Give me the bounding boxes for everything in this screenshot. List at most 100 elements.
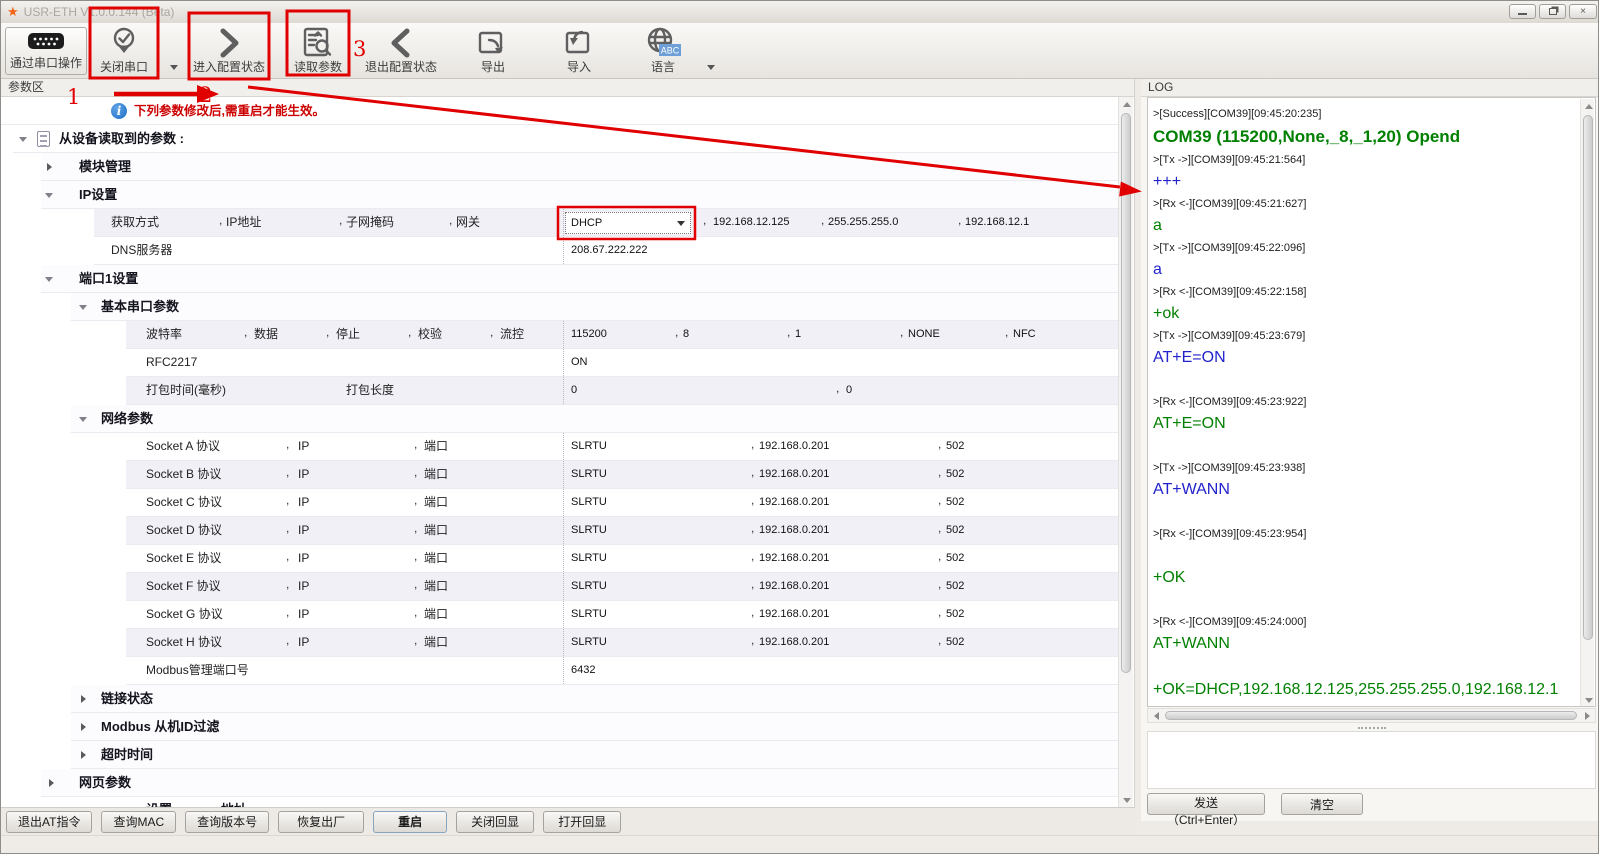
close-port-dropdown-caret[interactable] bbox=[170, 65, 178, 70]
scroll-up-arrow[interactable] bbox=[1582, 99, 1595, 113]
socket-port: 502 bbox=[946, 573, 964, 600]
log-line: +OK bbox=[1153, 566, 1577, 590]
section-network-params[interactable]: 网络参数 bbox=[71, 405, 1119, 433]
section-link-status[interactable]: 链接状态 bbox=[71, 685, 1119, 713]
socket-ip-label: IP bbox=[298, 433, 309, 460]
expand-icon[interactable] bbox=[47, 163, 52, 171]
log-horizontal-scrollbar[interactable] bbox=[1147, 708, 1596, 723]
scroll-thumb[interactable] bbox=[1583, 115, 1593, 640]
close-button[interactable]: × bbox=[1569, 4, 1597, 19]
factory-reset-button[interactable]: 恢复出厂 bbox=[278, 811, 364, 833]
socket-name: Socket A 协议 bbox=[146, 433, 220, 460]
restart-button[interactable]: 重启 bbox=[373, 811, 447, 833]
section-timeout[interactable]: 超时时间 bbox=[71, 741, 1119, 769]
log-line: >[Tx ->][COM39][09:45:23:679] bbox=[1153, 326, 1577, 346]
language-button[interactable]: ABC 语言 bbox=[628, 27, 698, 75]
scroll-thumb[interactable] bbox=[1165, 711, 1577, 720]
log-line: >[Rx <-][COM39][09:45:24:000] bbox=[1153, 612, 1577, 632]
ip-config-row: 获取方式 , IP地址 , 子网掩码 , 网关 DHCP , 192.168.1… bbox=[94, 209, 1119, 237]
section-port1[interactable]: 端口1设置 bbox=[41, 265, 1119, 293]
section-module-mgmt[interactable]: 模块管理 bbox=[41, 153, 1119, 181]
serial-params-row: 波特率 , 数据 , 停止 , 校验 , 流控 115200 , 8 , 1 ,… bbox=[126, 321, 1119, 349]
log-line: AT+E=ON bbox=[1153, 346, 1577, 370]
enter-config-button[interactable]: 进入配置状态 bbox=[189, 27, 269, 75]
log-line: >[Success][COM39][09:45:20:235] bbox=[1153, 104, 1577, 124]
socket-row: Socket A 协议,IP,端口SLRTU,192.168.0.201,502 bbox=[126, 433, 1119, 461]
scroll-left-arrow[interactable] bbox=[1149, 709, 1163, 722]
collapse-icon[interactable] bbox=[45, 193, 53, 198]
socket-ip: 192.168.0.201 bbox=[759, 433, 829, 460]
log-vertical-scrollbar[interactable] bbox=[1580, 99, 1594, 707]
log-line: +ok bbox=[1153, 302, 1577, 326]
clear-button[interactable]: 清空 bbox=[1281, 793, 1363, 815]
splitter-handle[interactable] bbox=[1147, 725, 1596, 730]
expand-icon[interactable] bbox=[49, 779, 54, 787]
rfc2217-row: RFC2217 ON bbox=[126, 349, 1119, 377]
restart-warning-text: 下列参数修改后,需重启才能生效。 bbox=[134, 97, 325, 125]
tree-root-row[interactable]: 从设备读取到的参数 : bbox=[13, 125, 1119, 153]
socket-port-label: 端口 bbox=[424, 601, 448, 628]
ip-address-label: IP地址 bbox=[226, 209, 261, 236]
socket-ip: 192.168.0.201 bbox=[759, 573, 829, 600]
expand-icon[interactable] bbox=[81, 695, 86, 703]
collapse-icon[interactable] bbox=[79, 417, 87, 422]
section-basic-serial[interactable]: 基本串口参数 bbox=[71, 293, 1119, 321]
socket-port-label: 端口 bbox=[424, 573, 448, 600]
collapse-icon[interactable] bbox=[19, 137, 27, 142]
scroll-right-arrow[interactable] bbox=[1580, 709, 1594, 722]
socket-name: Socket G 协议 bbox=[146, 601, 223, 628]
scroll-down-arrow[interactable] bbox=[1120, 793, 1133, 807]
socket-port-label: 端口 bbox=[424, 433, 448, 460]
socket-name: Socket H 协议 bbox=[146, 629, 222, 656]
export-button[interactable]: 导出 bbox=[458, 27, 528, 75]
language-dropdown-caret[interactable] bbox=[707, 65, 715, 70]
scroll-thumb[interactable] bbox=[1121, 113, 1131, 673]
scroll-up-arrow[interactable] bbox=[1120, 97, 1133, 111]
log-line: >[Rx <-][COM39][09:45:23:922] bbox=[1153, 392, 1577, 412]
echo-off-button[interactable]: 关闭回显 bbox=[456, 811, 534, 833]
log-output[interactable]: >[Success][COM39][09:45:20:235]COM39 (11… bbox=[1147, 97, 1596, 707]
read-params-button[interactable]: 读取参数 bbox=[285, 27, 351, 75]
title-bar[interactable]: ★ USR-ETH V1.0.0.144 (Beta) × bbox=[1, 1, 1598, 23]
send-button[interactable]: 发送（Ctrl+Enter） bbox=[1147, 793, 1265, 815]
socket-protocol: SLRTU bbox=[571, 573, 607, 600]
export-icon bbox=[476, 27, 510, 58]
collapse-icon[interactable] bbox=[79, 305, 87, 310]
section-ip-settings[interactable]: IP设置 bbox=[41, 181, 1119, 209]
expand-icon[interactable] bbox=[81, 723, 86, 731]
section-web-params[interactable]: 网页参数 bbox=[41, 769, 1119, 797]
log-line: +++ bbox=[1153, 170, 1577, 194]
collapse-icon[interactable] bbox=[45, 277, 53, 282]
section-modbus-filter[interactable]: Modbus 从机ID过滤 bbox=[71, 713, 1119, 741]
scroll-down-arrow[interactable] bbox=[1582, 693, 1595, 707]
import-button[interactable]: 导入 bbox=[544, 27, 614, 75]
close-port-button[interactable]: 关闭串口 bbox=[92, 27, 156, 75]
window-title: USR-ETH V1.0.0.144 (Beta) bbox=[24, 5, 175, 19]
log-line: >[Tx ->][COM39][09:45:22:096] bbox=[1153, 238, 1577, 258]
socket-port-label: 端口 bbox=[424, 545, 448, 572]
send-input[interactable] bbox=[1147, 731, 1596, 789]
socket-protocol: SLRTU bbox=[571, 629, 607, 656]
socket-protocol: SLRTU bbox=[571, 517, 607, 544]
expand-icon[interactable] bbox=[81, 751, 86, 759]
query-mac-button[interactable]: 查询MAC bbox=[101, 811, 176, 833]
restore-button[interactable] bbox=[1539, 4, 1566, 19]
socket-ip: 192.168.0.201 bbox=[759, 461, 829, 488]
params-vertical-scrollbar[interactable] bbox=[1118, 97, 1133, 807]
exit-at-button[interactable]: 退出AT指令 bbox=[6, 811, 92, 833]
query-version-button[interactable]: 查询版本号 bbox=[185, 811, 269, 833]
socket-port: 502 bbox=[946, 629, 964, 656]
enter-config-label: 进入配置状态 bbox=[193, 58, 265, 75]
exit-config-button[interactable]: 退出配置状态 bbox=[357, 27, 445, 75]
log-line: +OK=DHCP,192.168.12.125,255.255.255.0,19… bbox=[1153, 678, 1577, 702]
serial-operate-tab[interactable]: 通过串口操作 bbox=[5, 27, 87, 75]
minimize-button[interactable] bbox=[1509, 4, 1536, 19]
exit-config-label: 退出配置状态 bbox=[365, 58, 437, 75]
status-strip bbox=[1, 835, 1599, 854]
echo-on-button[interactable]: 打开回显 bbox=[543, 811, 621, 833]
socket-row: Socket D 协议,IP,端口SLRTU,192.168.0.201,502 bbox=[126, 517, 1119, 545]
ip-method-dropdown[interactable]: DHCP bbox=[565, 212, 691, 234]
read-params-label: 读取参数 bbox=[294, 58, 342, 75]
log-line: >[Rx <-][COM39][09:45:21:627] bbox=[1153, 194, 1577, 214]
pack-len-value: 0 bbox=[846, 377, 852, 404]
